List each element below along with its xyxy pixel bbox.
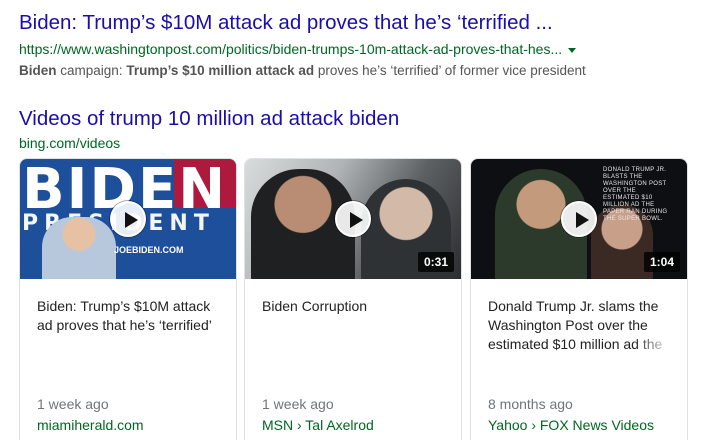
video-thumbnail[interactable]: 0:31 <box>245 159 461 279</box>
play-icon[interactable] <box>561 201 597 237</box>
video-title[interactable]: Biden Corruption <box>262 297 448 316</box>
thumbnail-caption: Donald Trump Jr. blasts the Washington P… <box>603 167 668 222</box>
video-title[interactable]: Donald Trump Jr. slams the Washington Po… <box>488 297 674 354</box>
video-source: MSN › Tal Axelrod <box>262 417 374 433</box>
video-age: 8 months ago <box>488 396 573 412</box>
snippet-bold-phrase: Trump’s $10 million attack ad <box>126 63 315 78</box>
video-source: Yahoo › FOX News Videos <box>488 417 655 433</box>
play-icon[interactable] <box>335 201 371 237</box>
thumbnail-url: JOEBIDEN.COM <box>114 245 184 255</box>
video-card-1[interactable]: BIDEN PRESIDENT JOEBIDEN.COM Biden: Trum… <box>19 158 237 440</box>
video-age: 1 week ago <box>37 396 109 412</box>
result-url[interactable]: https://www.washingtonpost.com/politics/… <box>19 41 562 57</box>
video-title[interactable]: Biden: Trump’s $10M attack ad proves tha… <box>37 297 223 335</box>
snippet-text: campaign: <box>56 63 127 78</box>
video-thumbnail[interactable]: BIDEN PRESIDENT JOEBIDEN.COM <box>20 159 236 279</box>
video-age: 1 week ago <box>262 396 334 412</box>
snippet-bold-biden: Biden <box>19 63 57 78</box>
thumbnail-person <box>42 217 116 279</box>
videos-source: bing.com/videos <box>19 135 121 151</box>
videos-heading-link[interactable]: Videos of trump 10 million ad attack bid… <box>19 104 399 134</box>
play-icon[interactable] <box>110 201 146 237</box>
video-duration: 0:31 <box>417 252 454 272</box>
dropdown-caret-icon[interactable] <box>568 47 577 53</box>
result-url-line: https://www.washingtonpost.com/politics/… <box>19 40 699 58</box>
video-card-2[interactable]: 0:31 Biden Corruption 1 week ago MSN › T… <box>244 158 462 440</box>
result-snippet: Biden campaign: Trump’s $10 million atta… <box>19 62 699 80</box>
video-thumbnail[interactable]: Donald Trump Jr. blasts the Washington P… <box>471 159 687 279</box>
video-duration: 1:04 <box>643 252 680 272</box>
video-source: miamiherald.com <box>37 417 144 433</box>
video-card-3[interactable]: Donald Trump Jr. blasts the Washington P… <box>470 158 688 440</box>
result-title-link[interactable]: Biden: Trump’s $10M attack ad proves tha… <box>19 8 699 38</box>
search-result: Biden: Trump’s $10M attack ad proves tha… <box>19 8 699 80</box>
snippet-text-rest: proves he’s ‘terrified’ of former vice p… <box>314 63 586 78</box>
